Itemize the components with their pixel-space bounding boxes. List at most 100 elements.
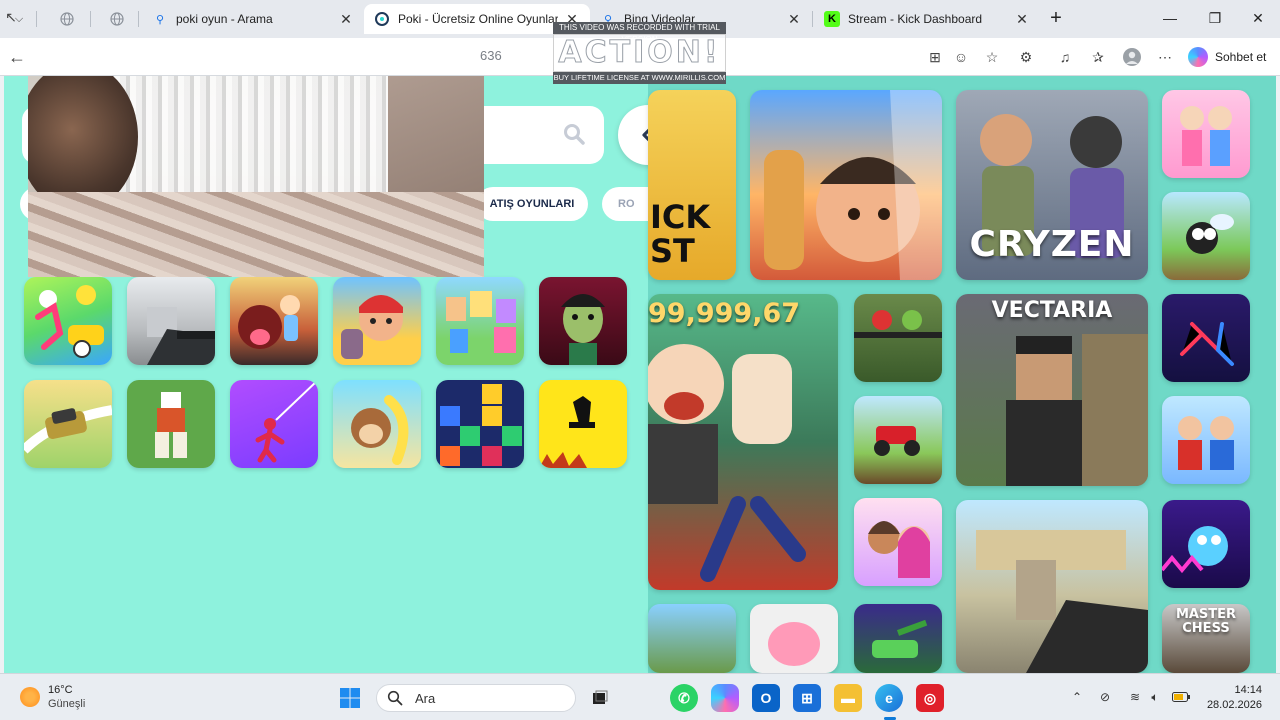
volume-icon[interactable]: 🔈︎ xyxy=(1146,688,1164,706)
profile-avatar-icon[interactable] xyxy=(1121,46,1143,68)
recorder-app-icon[interactable]: ◎ xyxy=(916,684,944,712)
store-icon[interactable]: ⊞ xyxy=(793,684,821,712)
weather-temp: 16°C xyxy=(48,684,73,696)
category-chip-shooting[interactable]: ATIŞ OYUNLARI xyxy=(476,187,588,221)
more-icon[interactable]: ⋯ xyxy=(1154,46,1176,68)
game-tile-stick-fight[interactable] xyxy=(1162,294,1250,382)
tab-poki-search[interactable]: ⚲ poki oyun - Arama ✕ xyxy=(142,4,364,34)
apps-icon[interactable]: ⊞ xyxy=(924,46,946,68)
windows-icon xyxy=(340,688,360,708)
game-grid: ICK ST CRYZEN 99,999,67 VECTARIA MASTER … xyxy=(648,76,1276,673)
game-tile-drift-car[interactable] xyxy=(24,380,112,468)
start-button[interactable] xyxy=(336,684,364,712)
game-tile-two-players[interactable] xyxy=(1162,396,1250,484)
minimize-button[interactable]: — xyxy=(1158,8,1182,28)
favorites-icon[interactable]: ✰ xyxy=(1087,46,1109,68)
game-tile-subway-surfers[interactable] xyxy=(333,277,421,365)
game-tile-cryzen[interactable]: CRYZEN xyxy=(956,90,1148,280)
network-off-icon[interactable]: ⊘ xyxy=(1096,688,1114,706)
weather-condition: Güneşli xyxy=(48,698,86,710)
tab-pinned-2[interactable] xyxy=(100,4,132,34)
search-icon xyxy=(564,124,585,145)
chevron-down-icon[interactable]: ⌵ xyxy=(8,8,30,30)
game-tile-hill-climb[interactable] xyxy=(854,396,942,484)
webcam-overlay xyxy=(28,76,484,277)
wifi-icon[interactable]: ≋ xyxy=(1126,688,1144,706)
game-tile-tank[interactable] xyxy=(854,604,942,673)
restore-button[interactable]: ❐ xyxy=(1203,8,1227,28)
game-tile-monkey-mart[interactable] xyxy=(333,380,421,468)
tile-caption: 99,999,67 xyxy=(648,298,801,329)
game-tile-hair-salon[interactable] xyxy=(854,498,942,586)
close-icon[interactable]: ✕ xyxy=(1014,11,1030,27)
game-tile-cat-clicker[interactable]: 99,999,67 xyxy=(648,294,838,590)
globe-icon xyxy=(60,11,74,27)
clock[interactable]: 14:14 28.02.2026 xyxy=(1206,683,1262,713)
file-explorer-icon[interactable]: ▬ xyxy=(834,684,862,712)
game-tile-stickman-soccer[interactable] xyxy=(24,277,112,365)
search-icon xyxy=(387,690,403,706)
copilot-chat-label: Sohbet et xyxy=(1215,50,1267,64)
whatsapp-icon[interactable]: ✆ xyxy=(670,684,698,712)
tile-caption: MASTER CHESS xyxy=(1175,607,1237,636)
game-tile-monster[interactable] xyxy=(230,277,318,365)
task-view-icon[interactable] xyxy=(586,684,614,712)
game-tile-mining[interactable] xyxy=(648,604,736,673)
watermark-bottom-text: BUY LIFETIME LICENSE AT WWW.MIRILLIS.COM xyxy=(553,72,726,84)
favorite-star-icon[interactable]: ☆ xyxy=(981,46,1003,68)
recording-watermark: THIS VIDEO WAS RECORDED WITH TRIAL VERSI… xyxy=(553,22,726,86)
battery-icon[interactable] xyxy=(1172,688,1190,706)
game-tile-stickman-hook[interactable] xyxy=(230,380,318,468)
clock-time: 14:14 xyxy=(1234,684,1262,696)
game-tile-brain-test[interactable] xyxy=(750,604,838,673)
tile-caption: ICK ST xyxy=(650,198,711,270)
watermark-logo: ACTION! xyxy=(553,34,726,72)
weather-widget[interactable]: 16°C Güneşli xyxy=(20,683,85,711)
tab-pinned-1[interactable] xyxy=(50,4,82,34)
game-tile-subway-surfers-large[interactable] xyxy=(750,90,942,280)
game-tile-kick-the-buddy[interactable]: ICK ST xyxy=(648,90,736,280)
close-window-button[interactable]: ✕ xyxy=(1246,8,1270,28)
chevron-up-icon[interactable]: ⌃ xyxy=(1068,688,1086,706)
tile-caption: CRYZEN xyxy=(969,224,1135,265)
tab-kick[interactable]: K Stream - Kick Dashboard ✕ xyxy=(814,4,1040,34)
game-tile-fly[interactable] xyxy=(1162,192,1250,280)
taskbar-search-placeholder: Ara xyxy=(415,690,436,706)
category-chip-partial[interactable]: RO xyxy=(602,187,648,221)
game-tile-scary-teacher[interactable] xyxy=(539,277,627,365)
new-tab-button[interactable]: + xyxy=(1044,7,1068,29)
copilot-app-icon[interactable] xyxy=(711,684,739,712)
game-tile-block-puzzle[interactable] xyxy=(436,380,524,468)
back-arrow-icon[interactable]: ← xyxy=(6,46,28,68)
close-icon[interactable]: ✕ xyxy=(786,11,802,27)
game-tile-zombie[interactable] xyxy=(854,294,942,382)
game-tile-shooter[interactable] xyxy=(127,277,215,365)
game-tile-fps-shooter[interactable] xyxy=(956,500,1148,673)
game-tile-dress-up[interactable] xyxy=(1162,90,1250,178)
tab-title: poki oyun - Arama xyxy=(176,12,273,26)
watermark-top-text: THIS VIDEO WAS RECORDED WITH TRIAL VERSI… xyxy=(553,22,726,44)
taskbar-search[interactable]: Ara xyxy=(376,684,576,712)
sun-icon xyxy=(20,687,40,707)
game-tile-blocky-friends[interactable] xyxy=(436,277,524,365)
poki-page: ATIŞ OYUNLARI RO ICK ST CRYZEN 99,999,67… xyxy=(4,76,1276,673)
close-icon[interactable]: ✕ xyxy=(338,11,354,27)
tab-title: Poki - Ücretsiz Online Oyunlar - H xyxy=(398,12,558,26)
copilot-icon xyxy=(1188,47,1208,67)
game-tile-geometry-dash[interactable] xyxy=(1162,500,1250,588)
tab-title: Stream - Kick Dashboard xyxy=(848,12,983,26)
game-tile-master-chess[interactable]: MASTER CHESS xyxy=(1162,604,1250,673)
game-tile-vectaria[interactable]: VECTARIA xyxy=(956,294,1148,486)
outlook-icon[interactable]: O xyxy=(752,684,780,712)
media-icon[interactable]: ♫ xyxy=(1054,46,1076,68)
copilot-chat-button[interactable]: Sohbet et xyxy=(1188,45,1266,69)
tile-caption: VECTARIA xyxy=(991,298,1113,323)
extensions-icon[interactable]: ⚙ xyxy=(1015,46,1037,68)
edge-icon[interactable]: e xyxy=(875,684,903,712)
emoji-icon[interactable]: ☺ xyxy=(950,46,972,68)
address-bar[interactable]: 636 xyxy=(480,48,502,63)
game-tile-retro-football[interactable] xyxy=(127,380,215,468)
game-tile-silhouette-runner[interactable] xyxy=(539,380,627,468)
poki-icon xyxy=(374,11,390,27)
globe-icon xyxy=(110,11,124,27)
